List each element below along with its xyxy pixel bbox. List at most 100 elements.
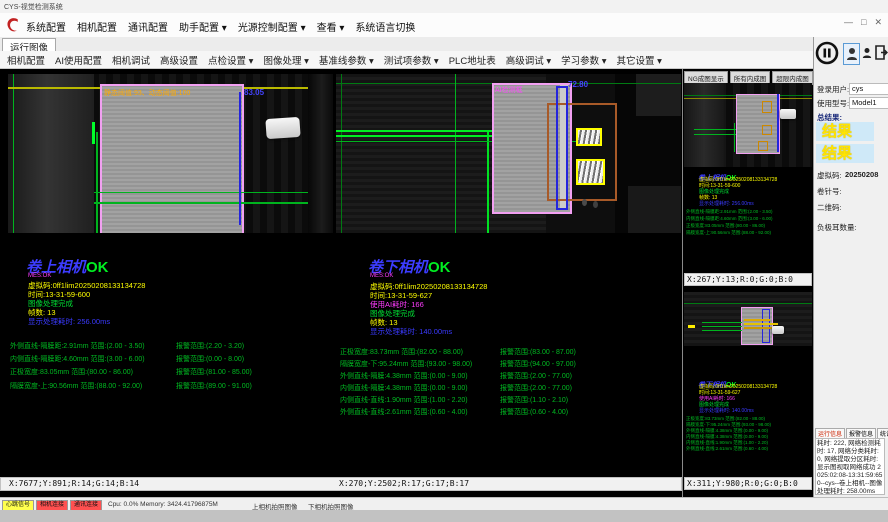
measure-value: 外侧直线-隔膜距:2.91mm 范围:(2.00 - 3.50) (10, 343, 145, 350)
menu-item-view[interactable]: 查看 ▾ (317, 19, 345, 34)
menu-item-language-switch[interactable]: 系统语言切换 (355, 19, 415, 34)
green-line (734, 123, 735, 152)
close-icon[interactable]: ✕ (874, 17, 882, 28)
tool-image-processing[interactable]: 图像处理 ▾ (263, 53, 308, 67)
green-line (702, 330, 742, 331)
thumb1-pixel-coord: X:267;Y:13;R:0;G:0;B:0 (687, 275, 793, 284)
overlay-mark (744, 327, 774, 329)
measure-value: 内侧直线-隔膜距:4.60mm 范围:(3.00 - 6.00) (686, 216, 773, 221)
tool-spot-check[interactable]: 点检设置 ▾ (208, 53, 253, 67)
menu-item-comm-config[interactable]: 通讯配置 (128, 19, 168, 34)
alarm-range: 报警范围:(2.00 - 77.00) (500, 383, 572, 393)
blue-measure-line (239, 92, 241, 225)
bolt-dot (582, 199, 587, 206)
maximize-icon[interactable]: □ (861, 17, 866, 28)
minimize-icon[interactable]: — (844, 17, 853, 28)
tool-advanced-debug[interactable]: 高级调试 ▾ (506, 53, 551, 67)
tool-learning-params[interactable]: 学习参数 ▾ (561, 53, 606, 67)
user-switch-button[interactable] (861, 45, 873, 61)
measure-value: 外侧直线-直线:2.61mm 范围:(0.60 - 4.00) (686, 446, 768, 451)
center-pixel-coord: X:270;Y:2502;R:17;G:17;B:17 (339, 479, 469, 488)
left-info-line: 时间:13-31-59-600 (28, 290, 90, 299)
run-log-area[interactable]: 耗时: 222, 网络检测耗时: 17, 网络分类耗时: 0, 网络提取分区耗时… (815, 438, 885, 495)
alarm-range: 报警范围:(83.00 - 87.00) (500, 347, 576, 357)
virtual-code-value: 20250208 (845, 170, 878, 179)
left-mes-output: MES:OK (28, 273, 51, 279)
green-line (94, 192, 318, 193)
model-value[interactable]: Model1 (849, 97, 888, 109)
status-bar: 心跳信号 相机连接 通讯连接 Cpu: 0.0% Memory: 3424.41… (0, 497, 888, 511)
pause-button[interactable] (815, 41, 839, 65)
tab-detect-box (758, 141, 768, 151)
tool-plc-address-table[interactable]: PLC地址表 (449, 53, 496, 67)
measure-row: 外侧直线-隔膜距:2.91mm 范围:(2.00 - 3.50) 报警范围:(2… (10, 341, 330, 351)
thumb1-info: 显示处理耗时: 256.00ms (699, 201, 754, 207)
green-line (684, 303, 812, 304)
user-login-button[interactable] (843, 43, 860, 65)
measure-value: 内侧直线-隔膜距:4.60mm 范围:(3.00 - 6.00) (10, 356, 145, 363)
measure-row: 内侧直线-直线:1.90mm 范围:(1.00 - 2.20) 报警范围:(1.… (340, 395, 680, 405)
exit-button[interactable] (875, 43, 888, 61)
tool-baseline-params[interactable]: 基准线参数 ▾ (319, 53, 374, 67)
measure-value: 外侧直线-隔膜:4.38mm 范围:(0.00 - 9.00) (340, 373, 468, 380)
left-camera-image[interactable]: 静态阈值:93、动态阈值:100 83.05 (8, 74, 333, 233)
menu-item-light-config[interactable]: 光源控制配置 ▾ (238, 19, 306, 34)
tab-alarm-info[interactable]: 报警信息 (846, 428, 876, 438)
measure-row: 外侧直线-隔膜:4.38mm 范围:(0.00 - 9.00) 报警范围:(2.… (340, 371, 680, 381)
left-info-line: 帧数: 13 (28, 308, 56, 317)
center-info-line: 图像处理完成 (370, 309, 415, 318)
menu-item-camera-config[interactable]: 相机配置 (77, 19, 117, 34)
window-title: CYS-视觉检测系统 (4, 2, 63, 12)
tool-other-settings[interactable]: 其它设置 ▾ (617, 53, 662, 67)
tool-test-params[interactable]: 测试项参数 ▾ (384, 53, 439, 67)
ai-detect-label: AI检测框 (495, 85, 523, 95)
measure-value: 正极宽度:83.73mm 范围:(82.00 - 88.00) (686, 416, 765, 421)
login-user-value[interactable]: cys (849, 83, 888, 95)
alarm-range: 报警范围:(94.00 - 97.00) (500, 359, 576, 369)
green-line (702, 326, 742, 327)
thumb-measure-row: 外侧直线-隔膜距:2.91mm 范围:(2.00 - 3.50) (686, 209, 773, 215)
alarm-range: 报警范围:(2.00 - 77.00) (500, 371, 572, 381)
alarm-range: 报警范围:(89.00 - 91.00) (176, 381, 252, 391)
green-line (694, 129, 736, 130)
tool-camera-debug[interactable]: 相机调试 (112, 53, 150, 67)
tab-stats-info[interactable]: 统计信息 (877, 428, 888, 438)
green-line (13, 74, 14, 233)
model-label: 使用型号: (817, 98, 849, 109)
log-tabs: 运行信息 报警信息 统计信息 (815, 428, 888, 438)
left-ok-badge: OK (86, 259, 109, 276)
measure-value: 内侧直线-隔膜:4.38mm 范围:(0.00 - 9.00) (686, 434, 768, 439)
measure-value: 正极宽度:83.73mm 范围:(82.00 - 88.00) (340, 349, 463, 356)
machine-block (628, 186, 681, 233)
center-info-line: 帧数: 13 (370, 318, 398, 327)
tab-detect-box (762, 125, 772, 135)
alarm-range: 报警范围:(0.00 - 8.00) (176, 354, 244, 364)
width-measure-label: 72.80 (568, 80, 588, 89)
result-badge-upper: 结果 (816, 122, 874, 141)
thumb-upper-camera[interactable] (684, 83, 812, 167)
app-logo-icon (5, 16, 22, 33)
tab-detect-box (762, 101, 772, 113)
center-info-line: 时间:13-31-59-627 (370, 291, 432, 300)
measure-value: 内侧直线-隔膜:4.38mm 范围:(0.00 - 9.00) (340, 385, 468, 392)
user-icon (846, 47, 858, 61)
tool-camera-config[interactable]: 相机配置 (7, 53, 45, 67)
measure-value: 内侧直线-直线:1.90mm 范围:(1.00 - 2.20) (686, 440, 768, 445)
measure-row: 正极宽度:83.05mm 范围:(80.00 - 86.00) 报警范围:(81… (10, 367, 330, 377)
tool-advanced-settings[interactable]: 高级设置 (160, 53, 198, 67)
green-line (702, 322, 742, 323)
green-line (96, 132, 98, 233)
tab-detect-box (576, 159, 605, 185)
center-ok-badge: OK (428, 259, 451, 276)
menu-item-assistant-config[interactable]: 助手配置 ▾ (179, 19, 227, 34)
center-camera-image[interactable]: AI检测框 72.80 (336, 74, 681, 233)
tool-ai-usage-config[interactable]: AI使用配置 (55, 53, 102, 67)
tab-run-info[interactable]: 运行信息 (815, 428, 845, 438)
green-line (94, 202, 326, 204)
menu-item-system-config[interactable]: 系统配置 (26, 19, 66, 34)
blue-measure-box (762, 309, 770, 343)
separator-region-overlay (100, 84, 244, 233)
alarm-range: 报警范围:(81.00 - 85.00) (176, 367, 252, 377)
thumb-measure-row: 正极宽度:83.05mm 范围:(80.00 - 86.00) (686, 223, 765, 229)
thumb-lower-camera[interactable] (684, 292, 812, 346)
